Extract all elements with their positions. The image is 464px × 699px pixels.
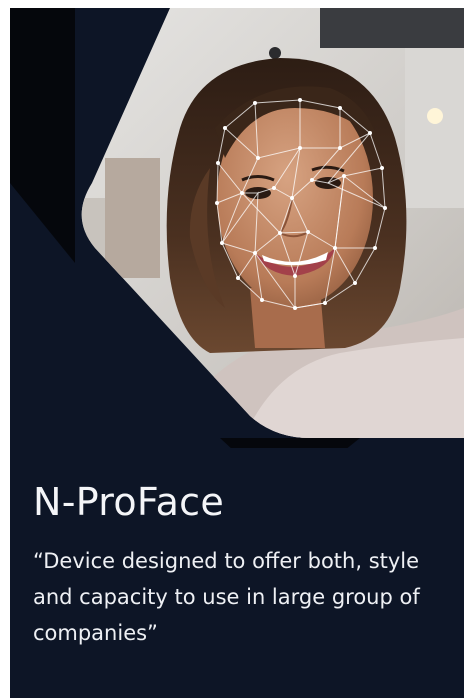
product-title: N-ProFace xyxy=(33,480,225,524)
black-accent-bottom xyxy=(220,438,360,448)
product-tagline: “Device designed to offer both, style an… xyxy=(33,549,420,645)
face-recognition-photo xyxy=(10,8,464,448)
product-card: N-ProFace “Device designed to offer both… xyxy=(10,8,464,698)
